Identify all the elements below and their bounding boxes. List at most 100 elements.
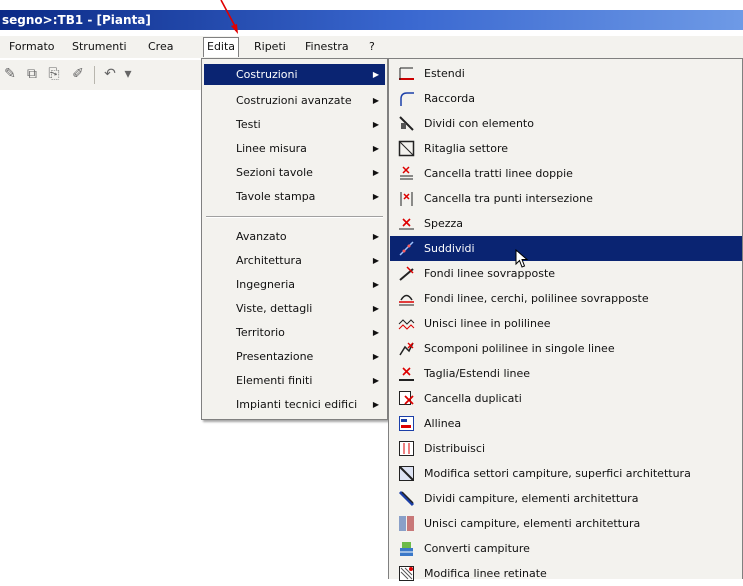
submenu-item-suddividi[interactable]: Suddividi <box>390 236 742 261</box>
submenu-item-converti-campiture[interactable]: Converti campiture <box>390 536 742 561</box>
submenu-item-allinea[interactable]: Allinea <box>390 411 742 436</box>
submenu-item-fondi-linee[interactable]: Fondi linee sovrapposte <box>390 261 742 286</box>
submenu-item-label: Allinea <box>424 417 462 430</box>
merge-overlapping-lines-icon <box>398 265 415 282</box>
menu-item-tavole-stampa[interactable]: Tavole stampa ▶ <box>204 186 385 207</box>
menu-separator <box>206 216 383 218</box>
submenu-item-unisci-campiture[interactable]: Unisci campiture, elementi architettura <box>390 511 742 536</box>
submenu-arrow-icon: ▶ <box>372 70 379 79</box>
menu-finestra[interactable]: Finestra <box>302 38 352 56</box>
undo-icon[interactable]: ↶ <box>102 66 118 82</box>
delete-between-intersections-icon <box>398 190 415 207</box>
submenu-item-modifica-linee-retinate[interactable]: Modifica linee retinate <box>390 561 742 586</box>
menu-help[interactable]: ? <box>366 38 378 56</box>
menu-crea[interactable]: Crea <box>145 38 176 56</box>
menu-item-costruzioni[interactable]: Costruzioni ▶ <box>204 64 385 85</box>
submenu-item-estendi[interactable]: Estendi <box>390 61 742 86</box>
submenu-item-cancella-duplicati[interactable]: Cancella duplicati <box>390 386 742 411</box>
join-polylines-icon <box>398 315 415 332</box>
menu-item-label: Linee misura <box>236 142 307 155</box>
toolbar: ✎ ⧉ ⎘ ✐ ↶ ▾ <box>0 60 210 90</box>
explode-polylines-icon <box>398 340 415 357</box>
subdivide-icon <box>398 240 415 257</box>
menu-item-label: Tavole stampa <box>236 190 316 203</box>
menu-item-label: Elementi finiti <box>236 374 313 387</box>
submenu-item-cancella-tratti[interactable]: Cancella tratti linee doppie <box>390 161 742 186</box>
submenu-item-raccorda[interactable]: Raccorda <box>390 86 742 111</box>
submenu-item-scomponi-polilinee[interactable]: Scomponi polilinee in singole linee <box>390 336 742 361</box>
menu-item-architettura[interactable]: Architettura ▶ <box>204 250 385 271</box>
menu-item-label: Ingegneria <box>236 278 296 291</box>
format-painter-icon[interactable]: ✐ <box>70 66 86 82</box>
convert-hatches-icon <box>398 540 415 557</box>
submenu-item-label: Dividi con elemento <box>424 117 534 130</box>
submenu-arrow-icon: ▶ <box>372 328 379 337</box>
submenu-item-label: Modifica settori campiture, superfici ar… <box>424 467 691 480</box>
submenu-arrow-icon: ▶ <box>372 144 379 153</box>
submenu-item-spezza[interactable]: Spezza <box>390 211 742 236</box>
edita-dropdown-menu: Costruzioni ▶ Costruzioni avanzate ▶ Tes… <box>201 58 388 420</box>
window-title-bar: segno>:TB1 - [Pianta] <box>0 10 743 30</box>
modify-screened-lines-icon <box>398 565 415 582</box>
divide-hatches-icon <box>398 490 415 507</box>
menu-strumenti[interactable]: Strumenti <box>69 38 130 56</box>
submenu-arrow-icon: ▶ <box>372 168 379 177</box>
submenu-item-label: Spezza <box>424 217 464 230</box>
submenu-item-dividi-campiture[interactable]: Dividi campiture, elementi architettura <box>390 486 742 511</box>
menu-item-sezioni-tavole[interactable]: Sezioni tavole ▶ <box>204 162 385 183</box>
menu-item-testi[interactable]: Testi ▶ <box>204 114 385 135</box>
menu-item-costruzioni-avanzate[interactable]: Costruzioni avanzate ▶ <box>204 90 385 111</box>
submenu-arrow-icon: ▶ <box>372 232 379 241</box>
submenu-item-label: Cancella tratti linee doppie <box>424 167 573 180</box>
submenu-item-unisci-linee[interactable]: Unisci linee in polilinee <box>390 311 742 336</box>
modify-hatch-sectors-icon <box>398 465 415 482</box>
submenu-item-label: Unisci linee in polilinee <box>424 317 551 330</box>
submenu-item-taglia-estendi[interactable]: Taglia/Estendi linee <box>390 361 742 386</box>
pen-icon[interactable]: ✎ <box>2 66 18 82</box>
menu-ripeti[interactable]: Ripeti <box>251 38 289 56</box>
submenu-item-cancella-tra-punti[interactable]: Cancella tra punti intersezione <box>390 186 742 211</box>
submenu-item-label: Fondi linee sovrapposte <box>424 267 556 280</box>
menu-bar: Formato Strumenti Crea Edita Ripeti Fine… <box>0 36 743 58</box>
menu-edita[interactable]: Edita <box>203 37 240 57</box>
submenu-item-modifica-settori[interactable]: Modifica settori campiture, superfici ar… <box>390 461 742 486</box>
submenu-item-label: Modifica linee retinate <box>424 567 547 580</box>
annotation-arrow-icon <box>220 0 238 34</box>
costruzioni-submenu: Estendi Raccorda Dividi con elemento Rit… <box>388 58 743 581</box>
submenu-arrow-icon: ▶ <box>372 400 379 409</box>
toolbar-separator <box>94 66 95 84</box>
submenu-item-label: Distribuisci <box>424 442 485 455</box>
submenu-item-fondi-linee-cerchi[interactable]: Fondi linee, cerchi, polilinee sovrappos… <box>390 286 742 311</box>
submenu-item-label: Suddividi <box>424 242 475 255</box>
submenu-arrow-icon: ▶ <box>372 256 379 265</box>
submenu-item-label: Converti campiture <box>424 542 530 555</box>
menu-item-viste-dettagli[interactable]: Viste, dettagli ▶ <box>204 298 385 319</box>
menu-item-elementi-finiti[interactable]: Elementi finiti ▶ <box>204 370 385 391</box>
menu-item-avanzato[interactable]: Avanzato ▶ <box>204 226 385 247</box>
menu-item-linee-misura[interactable]: Linee misura ▶ <box>204 138 385 159</box>
submenu-item-dividi-con-elemento[interactable]: Dividi con elemento <box>390 111 742 136</box>
trim-sector-icon <box>398 140 415 157</box>
join-hatches-icon <box>398 515 415 532</box>
paste-icon[interactable]: ⎘ <box>46 66 62 82</box>
delete-duplicates-icon <box>398 390 415 407</box>
menu-item-presentazione[interactable]: Presentazione ▶ <box>204 346 385 367</box>
menu-formato[interactable]: Formato <box>6 38 58 56</box>
dropdown-arrow-icon[interactable]: ▾ <box>120 66 136 82</box>
submenu-arrow-icon: ▶ <box>372 352 379 361</box>
copy-icon[interactable]: ⧉ <box>24 66 40 82</box>
submenu-item-label: Cancella tra punti intersezione <box>424 192 593 205</box>
menu-item-label: Presentazione <box>236 350 314 363</box>
menu-item-ingegneria[interactable]: Ingegneria ▶ <box>204 274 385 295</box>
submenu-arrow-icon: ▶ <box>372 192 379 201</box>
submenu-arrow-icon: ▶ <box>372 304 379 313</box>
menu-item-territorio[interactable]: Territorio ▶ <box>204 322 385 343</box>
menu-item-label: Costruzioni avanzate <box>236 94 352 107</box>
menu-item-label: Territorio <box>236 326 285 339</box>
divide-element-icon <box>398 115 415 132</box>
menu-item-impianti-tecnici[interactable]: Impianti tecnici edifici ▶ <box>204 394 385 415</box>
submenu-item-distribuisci[interactable]: Distribuisci <box>390 436 742 461</box>
menu-item-label: Sezioni tavole <box>236 166 313 179</box>
submenu-item-ritaglia-settore[interactable]: Ritaglia settore <box>390 136 742 161</box>
submenu-arrow-icon: ▶ <box>372 376 379 385</box>
